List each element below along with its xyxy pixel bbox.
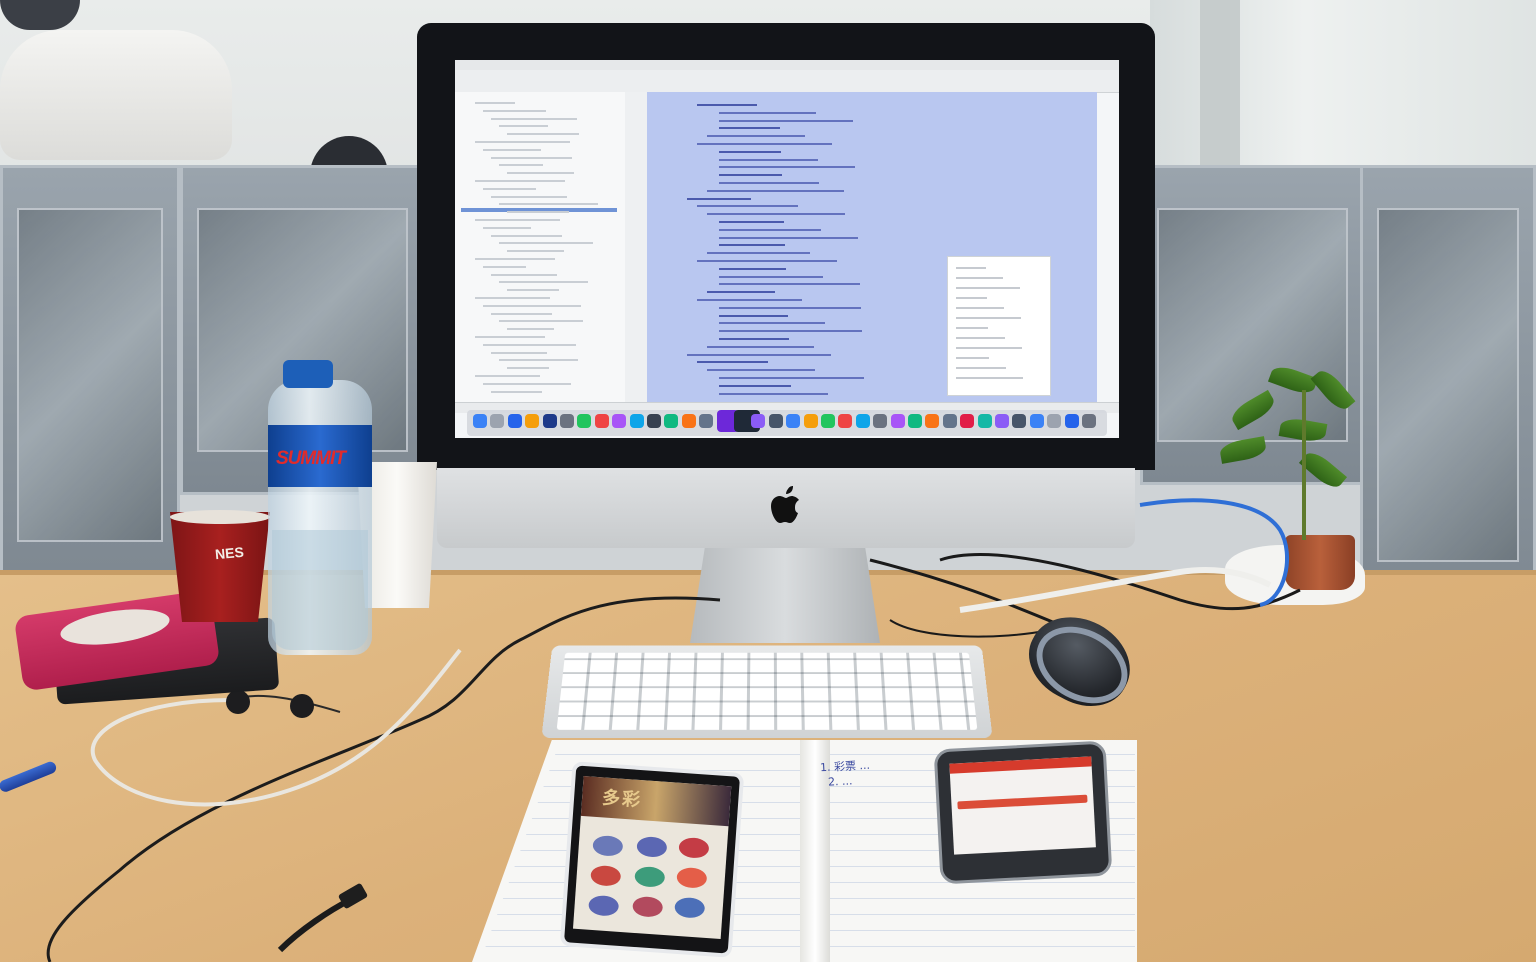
cup-brand-text: NES [214, 543, 245, 563]
earphone-left [226, 690, 250, 714]
android-app-banner: 多彩 [580, 776, 732, 827]
bottle-water [272, 530, 368, 650]
android-app-title: 多彩 [601, 787, 643, 812]
coffee-cup-rim [170, 510, 270, 524]
handwriting-line-2: 2. ... [827, 774, 853, 789]
iphone-red-button[interactable] [957, 794, 1088, 810]
handwriting-line-1: 1. 彩票 ... [819, 758, 871, 775]
iphone-app-header [949, 756, 1092, 774]
earphone-right [290, 694, 314, 718]
android-phone-screen[interactable]: 多彩 [572, 776, 732, 939]
keyboard[interactable] [541, 645, 993, 738]
android-phone[interactable]: 多彩 [559, 761, 745, 958]
bottle-brand-text: SUMMIT [276, 448, 346, 469]
iphone[interactable] [933, 740, 1113, 885]
iphone-screen[interactable] [949, 756, 1096, 855]
bottle-cap [283, 360, 333, 388]
keyboard-keys[interactable] [556, 652, 978, 730]
coffee-cup [170, 512, 270, 622]
